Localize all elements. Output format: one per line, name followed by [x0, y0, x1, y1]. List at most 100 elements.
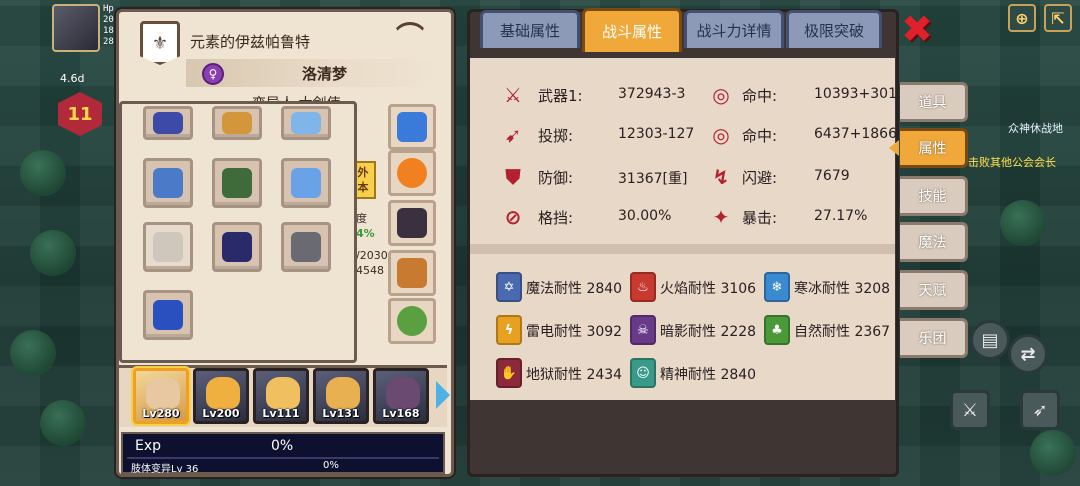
shield-icon: ⛊ [505, 165, 521, 189]
side-menu-band[interactable]: 乐团 [900, 318, 968, 358]
inventory-slot[interactable] [281, 158, 331, 208]
exp-percent: 0% [271, 438, 294, 454]
party-member[interactable]: Lv111 [253, 368, 309, 424]
inventory-slot[interactable] [143, 290, 193, 340]
inventory-slot-empty[interactable] [143, 222, 193, 272]
side-menu-magic[interactable]: 魔法 [900, 222, 968, 262]
inventory-slot[interactable] [281, 106, 331, 140]
side-info-text: 度 [356, 212, 367, 225]
equip-slot-ring[interactable] [388, 298, 436, 344]
tab-combat-attributes[interactable]: 战斗属性 [582, 8, 682, 52]
stat-label: 武器1: [538, 87, 583, 105]
tab-basic-attributes[interactable]: 基础属性 [480, 10, 580, 48]
party-member-level: Lv280 [142, 407, 180, 420]
tree [10, 330, 56, 376]
close-icon[interactable]: ✖ [900, 10, 934, 48]
exp-label: Exp [135, 438, 162, 454]
character-portrait [386, 377, 420, 409]
character-portrait [266, 377, 300, 409]
empty-slot-icon [153, 232, 183, 262]
pumpkin-icon [397, 158, 427, 188]
side-info-text: 4548 [356, 264, 384, 277]
sub-exp-percent: 0% [323, 460, 339, 471]
wardrobe-hanger-icon[interactable]: ⌒ [388, 17, 432, 57]
globe-icon[interactable]: ⊕ [1008, 4, 1036, 32]
sword-action-icon[interactable]: ⚔ [950, 390, 990, 430]
party-member[interactable]: Lv131 [313, 368, 369, 424]
side-menu-talents[interactable]: 天赋 [900, 270, 968, 310]
inventory-slot[interactable] [143, 106, 193, 140]
equip-slot-shield[interactable] [388, 200, 436, 246]
purple-armor-icon [153, 112, 183, 134]
player-avatar[interactable] [52, 4, 100, 52]
active-pointer-icon [889, 140, 899, 156]
stat-label: 暴击: [742, 209, 778, 227]
party-scroll-right-icon[interactable] [436, 381, 450, 409]
nature-resist-icon: ♣ [764, 315, 790, 345]
resistance-value: 地狱耐性 2434 [526, 367, 623, 383]
inventory-slot[interactable] [212, 106, 262, 140]
stat-label: 投掷: [538, 127, 574, 145]
female-gender-icon: ♀ [202, 63, 224, 85]
book-icon[interactable]: ▤ [970, 320, 1010, 360]
inventory-slot[interactable] [212, 222, 262, 272]
lightning-resist-icon: ϟ [496, 315, 522, 345]
character-portrait [206, 377, 240, 409]
stat-label: 命中: [742, 127, 778, 145]
boots-icon [397, 258, 427, 288]
sword-icon [291, 112, 321, 134]
inventory-slot[interactable] [143, 158, 193, 208]
inventory-slot[interactable] [281, 222, 331, 272]
character-portrait [146, 377, 180, 409]
tree [1000, 200, 1046, 246]
feather-amulet-icon [153, 168, 183, 198]
stat-value: 6437+1866 [814, 126, 897, 142]
hud-stat-line: Hp [103, 4, 114, 14]
spirit-resist-icon: ☺ [630, 358, 656, 388]
bow-icon: ➹ [504, 123, 522, 147]
side-menu-attributes[interactable]: 属性 [900, 128, 968, 168]
equip-slot-boots[interactable] [388, 250, 436, 296]
resistance-value: 寒冰耐性 3208 [794, 281, 891, 297]
stat-value: 31367[重] [618, 171, 688, 187]
inventory-slot[interactable] [212, 158, 262, 208]
resistance-value: 精神耐性 2840 [660, 367, 757, 383]
party-member[interactable]: Lv280 [133, 368, 189, 424]
party-member[interactable]: Lv200 [193, 368, 249, 424]
bow-action-icon[interactable]: ➶ [1020, 390, 1060, 430]
stat-value: 27.17% [814, 208, 868, 224]
party-member[interactable]: Lv168 [373, 368, 429, 424]
gold-ring-icon [222, 112, 252, 134]
side-menu-skills[interactable]: 技能 [900, 176, 968, 216]
zone-label: 众神休战地 [1008, 122, 1063, 135]
shadow-resist-icon: ☠ [630, 315, 656, 345]
coin-count: 4.6d [60, 72, 85, 85]
gauntlet-icon [222, 232, 252, 262]
stat-value: 372943-3 [618, 86, 686, 102]
tab-limit-break[interactable]: 极限突破 [786, 10, 882, 48]
magic-resist-icon: ✡ [496, 272, 522, 302]
section-divider [470, 244, 895, 254]
stat-value: 30.00% [618, 208, 672, 224]
side-info-text: /2030 [356, 249, 388, 262]
stat-label: 格挡: [538, 209, 574, 227]
character-portrait [326, 377, 360, 409]
resistance-value: 火焰耐性 3106 [660, 281, 757, 297]
exp-divider [127, 457, 439, 459]
stat-value: 12303-127 [618, 126, 695, 142]
resistance-value: 暗影耐性 2228 [660, 324, 757, 340]
character-name: 洛清梦 [302, 64, 348, 83]
tab-combat-power-details[interactable]: 战斗力详情 [684, 10, 784, 48]
equip-slot-head[interactable] [388, 104, 436, 150]
equip-slot-accessory[interactable] [388, 150, 436, 196]
exit-icon[interactable]: ⇱ [1044, 4, 1072, 32]
tree [30, 230, 76, 276]
ice-resist-icon: ❄ [764, 272, 790, 302]
crystal-blade-icon [291, 168, 321, 198]
side-menu-items[interactable]: 道具 [900, 82, 968, 122]
fire-resist-icon: ♨ [630, 272, 656, 302]
side-info-percent: 4% [356, 227, 375, 240]
blue-crest-icon [397, 112, 427, 142]
swap-icon[interactable]: ⇄ [1008, 334, 1048, 374]
dark-shield-icon [397, 208, 427, 238]
